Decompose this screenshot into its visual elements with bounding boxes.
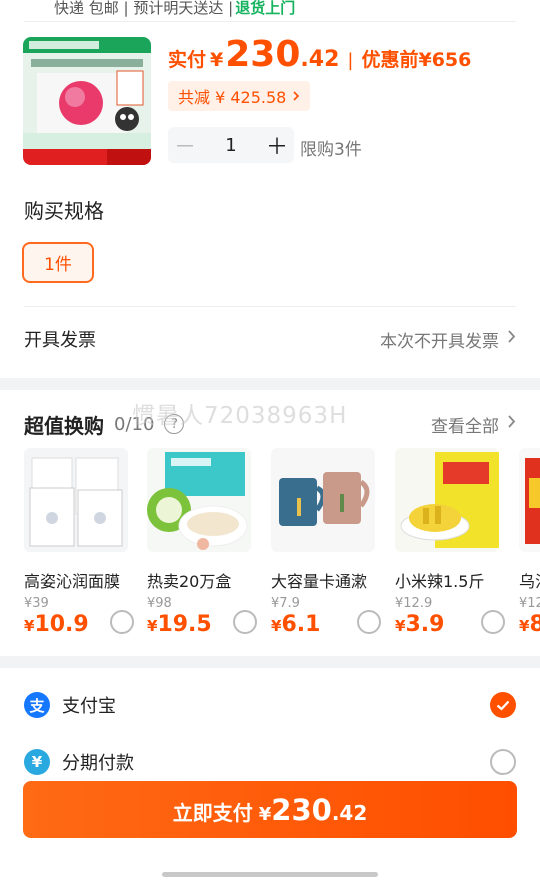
tradein-title-group: 超值换购 0/10 ? [24,410,185,439]
pay-amount-integer: 230 [271,793,332,827]
price-separator: | [347,50,354,71]
item-price-value: 19.5 [157,612,212,637]
item-currency: ¥ [271,617,282,635]
invoice-value: 本次不开具发票 [380,331,499,352]
item-price-value: 8 [529,612,540,637]
tradein-item[interactable]: 大容量卡通漱 ¥7.9 ¥ 6.1 [271,448,381,637]
item-original-price: ¥98 [147,596,172,611]
chevron-right-icon [292,87,300,106]
tradein-header: 超值换购 0/10 ? 查看全部 [24,408,516,440]
item-select-radio[interactable] [357,610,381,634]
item-original-price: ¥7.9 [271,596,300,611]
pay-amount-decimal: .42 [331,801,368,825]
paid-label: 实付 [168,49,207,71]
invoice-label: 开具发票 [24,330,96,351]
item-image-mask [24,448,128,552]
item-image-cups [271,448,375,552]
spec-title: 购买规格 [24,199,104,223]
item-currency: ¥ [147,617,158,635]
tradein-item[interactable]: 高姿沁润面膜 ¥39 ¥ 10.9 [24,448,134,637]
tradein-item[interactable]: 小米辣1.5斤 ¥12.9 ¥ 3.9 [395,448,505,637]
decrease-quantity-button[interactable]: － [168,129,202,161]
installment-label: 分期付款 [62,753,134,774]
item-price: ¥ 19.5 [147,612,212,637]
quantity-value[interactable]: 1 [202,135,260,156]
price-decimal: .42 [300,47,340,72]
item-price: ¥ 8 [519,612,540,637]
chevron-right-icon [507,329,516,349]
alipay-icon: 支 [24,692,50,718]
divider [24,306,516,307]
tradein-items: 高姿沁润面膜 ¥39 ¥ 10.9 热卖20万盒 ¥98 ¥ 19.5 大容量卡… [24,448,540,648]
spec-option-1[interactable]: 1件 [22,242,94,283]
item-price: ¥ 3.9 [395,612,444,637]
item-original-price: ¥12.9 [395,596,433,611]
price-line: 实付 ¥ 230 .42 | 优惠前 ¥656 [168,34,471,75]
item-image-coconut [147,448,251,552]
discount-text: 共减 ¥ 425.58 [178,88,287,107]
item-name: 大容量卡通漱 [271,572,368,591]
delivery-info: 快递 包邮 | 预计明天送达 | 退货上门 [0,0,540,22]
tradein-title: 超值换购 [24,413,104,438]
item-currency: ¥ [519,617,530,635]
alipay-group: 支 支付宝 [24,692,116,718]
item-name: 小米辣1.5斤 [395,572,485,591]
item-currency: ¥ [395,617,406,635]
item-currency: ¥ [24,617,35,635]
section-gap [0,656,540,668]
invoice-row[interactable]: 开具发票 本次不开具发票 [24,321,516,357]
pay-method-installment[interactable]: ¥ 分期付款 [24,745,516,779]
see-all-label: 查看全部 [431,416,499,437]
item-price-value: 3.9 [405,612,445,637]
item-price: ¥ 10.9 [24,612,89,637]
item-price-value: 10.9 [34,612,89,637]
item-name: 高姿沁润面膜 [24,572,121,591]
price-integer: 230 [225,34,301,75]
item-name: 乌江 [519,572,540,591]
item-image-chili [395,448,499,552]
pay-currency: ¥ [258,804,272,825]
product-image[interactable] [23,37,151,165]
item-image-pickle [519,448,540,552]
unselected-radio[interactable] [490,749,516,775]
section-gap [0,378,540,390]
return-pickup-label: 退货上门 [235,0,296,17]
tradein-count: 0/10 [114,413,155,435]
item-select-radio[interactable] [233,610,257,634]
invoice-value-wrap: 本次不开具发票 [380,327,516,352]
purchase-limit: 限购3件 [300,140,362,160]
discount-detail-button[interactable]: 共减 ¥ 425.58 [168,81,311,111]
divider [24,21,516,22]
item-original-price: ¥39 [24,596,49,611]
item-select-radio[interactable] [110,610,134,634]
chevron-right-icon [507,414,516,434]
order-confirm-page: 快递 包邮 | 预计明天送达 | 退货上门 实付 ¥ 230 .42 | 优惠前 [0,0,540,889]
pay-now-label: 立即支付 [172,801,253,825]
selected-check-icon[interactable] [490,692,516,718]
help-icon[interactable]: ? [164,414,185,434]
pay-method-alipay[interactable]: 支 支付宝 [24,688,516,722]
see-all-link[interactable]: 查看全部 [431,412,516,437]
delivery-text: 快递 包邮 | 预计明天送达 | [54,0,234,17]
pay-now-button[interactable]: 立即支付 ¥ 230 .42 [23,781,517,838]
item-price: ¥ 6.1 [271,612,320,637]
original-price: ¥656 [418,49,472,71]
alipay-label: 支付宝 [62,696,116,717]
item-original-price: ¥12 [519,596,540,611]
home-indicator[interactable] [162,872,378,877]
installment-icon: ¥ [24,749,50,775]
currency-symbol: ¥ [210,49,224,71]
quantity-stepper: － 1 ＋ [168,127,294,163]
item-name: 热卖20万盒 [147,572,232,591]
tradein-item[interactable]: 热卖20万盒 ¥98 ¥ 19.5 [147,448,257,637]
item-select-radio[interactable] [481,610,505,634]
item-price-value: 6.1 [281,612,321,637]
original-label: 优惠前 [361,49,419,71]
increase-quantity-button[interactable]: ＋ [260,129,294,161]
installment-group: ¥ 分期付款 [24,749,134,775]
tradein-item[interactable]: 乌江 ¥12 ¥ 8 [519,448,540,637]
